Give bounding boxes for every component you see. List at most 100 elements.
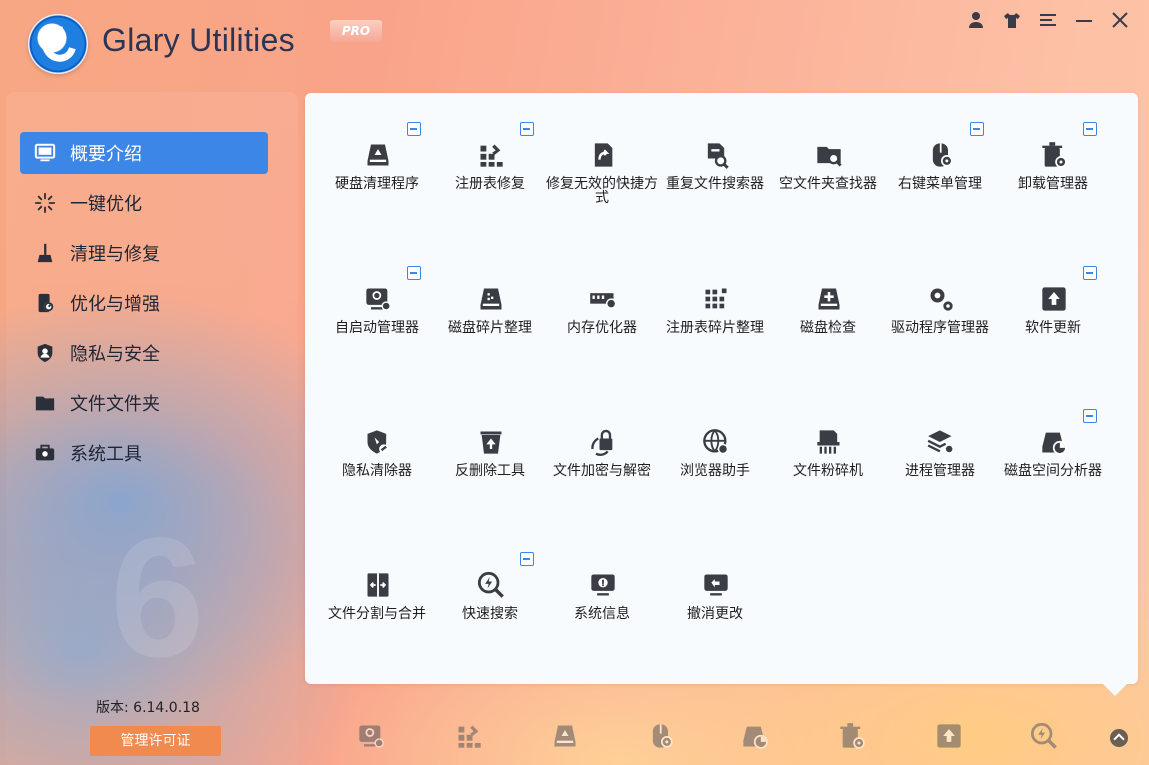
shield-icon [32,341,58,365]
tool-label: 硬盘清理程序 [335,176,419,192]
tool-label: 系统信息 [574,606,630,622]
tool-system-info[interactable]: 系统信息 [550,523,654,643]
tool-software-update[interactable]: 软件更新 [1001,237,1105,357]
sparkle-icon [32,191,58,215]
folder-icon [32,391,58,415]
dock-uninstall-icon[interactable] [838,722,866,750]
pin-toggle-icon[interactable] [407,122,421,136]
pin-toggle-icon[interactable] [407,266,421,280]
dock-startup-manager-icon[interactable] [357,722,385,750]
tool-encrypt[interactable]: 文件加密与解密 [550,380,654,500]
pin-toggle-icon[interactable] [520,552,534,566]
toolbox-icon [32,441,58,465]
tool-disk-check[interactable]: 磁盘检查 [776,237,880,357]
skin-icon[interactable] [1001,10,1023,32]
background-digit: 6 [110,503,205,693]
panel-pointer [1101,682,1129,696]
tool-label: 软件更新 [1025,320,1081,336]
dock-registry-repair-icon[interactable] [455,722,483,750]
software-update-icon [1040,285,1068,313]
dock-software-update-icon[interactable] [935,722,963,750]
tool-driver-manager[interactable]: 驱动程序管理器 [888,237,992,357]
pin-toggle-icon[interactable] [1083,122,1097,136]
minimize-icon[interactable] [1073,10,1095,32]
tool-label: 右键菜单管理 [898,176,982,192]
file-shredder-icon [815,428,843,456]
tool-label: 空文件夹查找器 [779,176,877,192]
tool-empty-folder[interactable]: 空文件夹查找器 [776,93,880,213]
tool-label: 撤消更改 [687,606,743,622]
sidebar-item-label: 概要介绍 [70,144,142,165]
gauge-icon [32,291,58,315]
tool-label: 驱动程序管理器 [891,320,989,336]
manage-license-button[interactable]: 管理许可证 [90,726,221,756]
dock-toggle-button[interactable] [1110,729,1128,747]
app-title: Glary Utilities [102,22,295,58]
tool-label: 磁盘空间分析器 [1004,463,1102,479]
pin-toggle-icon[interactable] [1083,266,1097,280]
tool-undo-changes[interactable]: 撤消更改 [663,523,767,643]
registry-defrag-icon [702,285,730,313]
tool-label: 文件分割与合并 [328,606,426,622]
tool-disk-analyzer[interactable]: 磁盘空间分析器 [1001,380,1105,500]
sidebar-item-1[interactable]: 一键优化 [20,182,268,224]
sidebar-item-4[interactable]: 隐私与安全 [20,332,268,374]
tool-undelete[interactable]: 反删除工具 [438,380,542,500]
dock-context-menu-icon[interactable] [647,722,675,750]
tool-privacy-cleaner[interactable]: 隐私清除器 [325,380,429,500]
tool-label: 重复文件搜索器 [666,176,764,192]
tool-browser-assistant[interactable]: 浏览器助手 [663,380,767,500]
sidebar-item-label: 系统工具 [70,444,142,465]
tool-context-menu[interactable]: 右键菜单管理 [888,93,992,213]
registry-repair-icon [477,141,505,169]
duplicate-finder-icon [702,141,730,169]
sidebar-item-6[interactable]: 系统工具 [20,432,268,474]
sidebar-item-label: 一键优化 [70,194,142,215]
tool-label: 注册表碎片整理 [666,320,764,336]
window-controls [965,10,1131,32]
undelete-icon [477,428,505,456]
sidebar-nav: 概要介绍一键优化清理与修复优化与增强隐私与安全文件文件夹系统工具 [20,132,268,482]
memory-optimizer-icon [589,285,617,313]
tool-process-manager[interactable]: 进程管理器 [888,380,992,500]
tool-memory-optimizer[interactable]: 内存优化器 [550,237,654,357]
sidebar-item-5[interactable]: 文件文件夹 [20,382,268,424]
tools-panel: 硬盘清理程序 注册表修复 修复无效的快捷方式 重复文件搜索器 空文件夹查找器 右键菜单管理… [305,93,1138,684]
tool-quick-search[interactable]: 快速搜索 [438,523,542,643]
pin-toggle-icon[interactable] [1083,409,1097,423]
dock-disk-analyzer-icon[interactable] [741,722,769,750]
tool-label: 修复无效的快捷方式 [546,176,658,206]
process-manager-icon [927,428,955,456]
tool-startup-manager[interactable]: 自启动管理器 [325,237,429,357]
disk-check-icon [815,285,843,313]
tool-label: 反删除工具 [455,463,525,479]
close-icon[interactable] [1109,10,1131,32]
tool-disk-cleaner[interactable]: 硬盘清理程序 [325,93,429,213]
context-menu-icon [927,141,955,169]
account-icon[interactable] [965,10,987,32]
sidebar-item-label: 优化与增强 [70,294,160,315]
tool-shortcut-fixer[interactable]: 修复无效的快捷方式 [546,93,658,213]
sidebar-item-3[interactable]: 优化与增强 [20,282,268,324]
tool-label: 隐私清除器 [342,463,412,479]
tool-label: 文件粉碎机 [793,463,863,479]
pin-toggle-icon[interactable] [970,122,984,136]
menu-icon[interactable] [1037,10,1059,32]
version-text: 版本: 6.14.0.18 [96,700,200,716]
tool-file-shredder[interactable]: 文件粉碎机 [776,380,880,500]
tool-file-splitter[interactable]: 文件分割与合并 [325,523,429,643]
sidebar-item-2[interactable]: 清理与修复 [20,232,268,274]
disk-analyzer-icon [1040,428,1068,456]
undo-changes-icon [702,571,730,599]
tool-uninstall[interactable]: 卸载管理器 [1001,93,1105,213]
browser-assistant-icon [702,428,730,456]
tool-registry-defrag[interactable]: 注册表碎片整理 [663,237,767,357]
encrypt-icon [589,428,617,456]
tool-duplicate-finder[interactable]: 重复文件搜索器 [663,93,767,213]
dock-quick-search-icon[interactable] [1030,722,1058,750]
pin-toggle-icon[interactable] [520,122,534,136]
tool-registry-repair[interactable]: 注册表修复 [438,93,542,213]
dock-disk-cleaner-icon[interactable] [551,722,579,750]
sidebar-item-0[interactable]: 概要介绍 [20,132,268,174]
tool-disk-defrag[interactable]: 磁盘碎片整理 [438,237,542,357]
